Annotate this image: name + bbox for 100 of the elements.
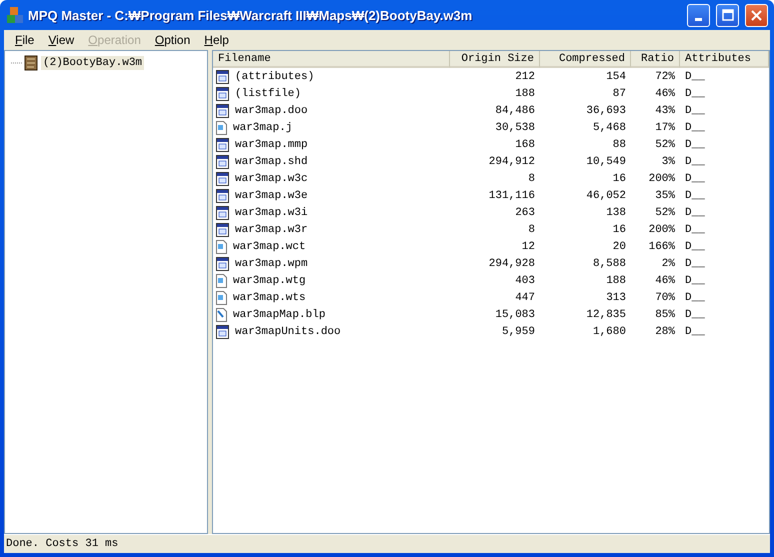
file-name[interactable]: war3map.mmp [230, 138, 313, 150]
table-cell-text: 16 [612, 172, 627, 184]
file-name[interactable]: war3map.j [228, 122, 298, 134]
file-name[interactable]: war3map.w3e [230, 190, 313, 202]
window-icon [216, 324, 229, 338]
table-cell-text: 36,693 [585, 104, 627, 116]
table-cell-text: 15,083 [494, 308, 536, 320]
table-cell-text: D__ [684, 104, 706, 116]
table-cell-text: 8,588 [592, 258, 627, 270]
file-name[interactable]: war3map.wtg [228, 274, 311, 286]
maximize-button[interactable] [716, 4, 739, 26]
file-name[interactable]: war3map.w3i [230, 206, 313, 218]
table-cell-text: 10,549 [585, 156, 627, 168]
table-cell-text: 46% [654, 274, 676, 286]
table-cell-text: 403 [514, 274, 536, 286]
table-cell-text: D__ [684, 206, 706, 218]
table-cell-text: 17% [654, 122, 676, 134]
window-icon [216, 188, 229, 202]
table-cell-text: D__ [684, 240, 706, 252]
table-cell-text: 88 [612, 138, 627, 150]
menu-item[interactable]: File [8, 33, 42, 47]
column-header[interactable]: Filename [213, 51, 450, 68]
table-cell-text: 131,116 [488, 190, 536, 202]
document-icon [216, 290, 227, 304]
table-cell-text: 72% [654, 70, 676, 82]
table-cell-text: 84,486 [494, 104, 536, 116]
document-icon [216, 240, 227, 254]
column-header[interactable]: Compressed [540, 51, 631, 68]
file-name[interactable]: war3map.wts [228, 292, 311, 304]
status-text: Done. Costs 31 ms [6, 538, 118, 550]
table-cell-text: 2% [660, 258, 676, 270]
menu-item[interactable]: Help [197, 33, 236, 47]
table-cell-text: D__ [684, 292, 706, 304]
table-cell-text: 12 [520, 240, 536, 252]
file-name[interactable]: war3map.shd [230, 156, 313, 168]
table-cell-text: 188 [514, 88, 536, 100]
file-name[interactable]: (attributes) [230, 70, 320, 82]
document-icon [216, 274, 227, 288]
table-cell-text: D__ [684, 88, 706, 100]
file-name[interactable]: war3map.w3c [230, 172, 313, 184]
table-cell-text: 188 [605, 274, 627, 286]
file-name[interactable]: war3map.wct [228, 240, 311, 252]
menu-item[interactable]: View [41, 33, 82, 47]
window-icon [216, 172, 229, 186]
table-cell-text: D__ [684, 70, 706, 82]
menu-item[interactable]: Option [148, 33, 198, 47]
table-cell-text: D__ [684, 308, 706, 320]
window-icon [216, 154, 229, 168]
table-cell-text: 294,912 [488, 156, 536, 168]
file-name[interactable]: war3mapMap.blp [228, 308, 330, 320]
file-name[interactable]: war3map.wpm [230, 258, 313, 270]
window-icon [216, 70, 229, 84]
table-cell-text: 5,468 [592, 122, 627, 134]
close-button[interactable] [745, 4, 768, 26]
table-cell-text: 52% [654, 138, 676, 150]
table-cell-text: D__ [684, 172, 706, 184]
window-title: MPQ Master - C:₩Program Files₩Warcraft III₩Maps₩(2)BootyBay.w3m [28, 8, 474, 22]
table-cell-text: D__ [684, 138, 706, 150]
table-cell-text: 154 [605, 70, 627, 82]
column-header[interactable]: Ratio [631, 51, 680, 68]
table-cell-text: 16 [612, 224, 627, 236]
pen-document-icon [216, 308, 227, 322]
table-cell-text: 35% [654, 190, 676, 202]
file-name[interactable]: war3mapUnits.doo [230, 326, 346, 338]
close-icon [751, 10, 762, 20]
table-cell-text: 447 [514, 292, 536, 304]
table-cell-text: 46,052 [585, 190, 627, 202]
table-cell-text: 20 [612, 240, 627, 252]
tree-item[interactable]: (2)BootyBay.w3m [41, 56, 144, 70]
table-cell-text: 70% [654, 292, 676, 304]
table-cell-text: D__ [684, 224, 706, 236]
app-icon [6, 6, 24, 24]
table-cell-text: 28% [654, 326, 676, 338]
window-icon [216, 222, 229, 236]
table-cell-text: 12,835 [585, 308, 627, 320]
table-cell-text: 200% [648, 172, 676, 184]
scroll-icon [9, 54, 39, 72]
minimize-icon [695, 18, 702, 20]
table-cell-text: 166% [648, 240, 676, 252]
table-cell-text: D__ [684, 190, 706, 202]
table-cell-text: 263 [514, 206, 536, 218]
table-cell-text: 87 [612, 88, 627, 100]
file-name[interactable]: war3map.doo [230, 104, 313, 116]
table-cell-text: 5,959 [500, 326, 536, 338]
file-name[interactable]: (listfile) [230, 88, 306, 100]
window-icon [216, 138, 229, 152]
table-cell-text: 52% [654, 206, 676, 218]
table-cell-text: D__ [684, 274, 706, 286]
column-header[interactable]: Origin Size [450, 51, 540, 68]
file-name[interactable]: war3map.w3r [230, 224, 313, 236]
table-cell-text: 8 [527, 172, 536, 184]
window-icon [216, 206, 229, 220]
table-cell-text: 3% [660, 156, 676, 168]
table-cell-text: 1,680 [592, 326, 627, 338]
window-icon [216, 86, 229, 100]
table-cell-text: D__ [684, 122, 706, 134]
table-cell-text: 212 [514, 70, 536, 82]
column-header[interactable]: Attributes [680, 51, 769, 68]
table-cell-text: 85% [654, 308, 676, 320]
minimize-button[interactable] [687, 4, 710, 26]
